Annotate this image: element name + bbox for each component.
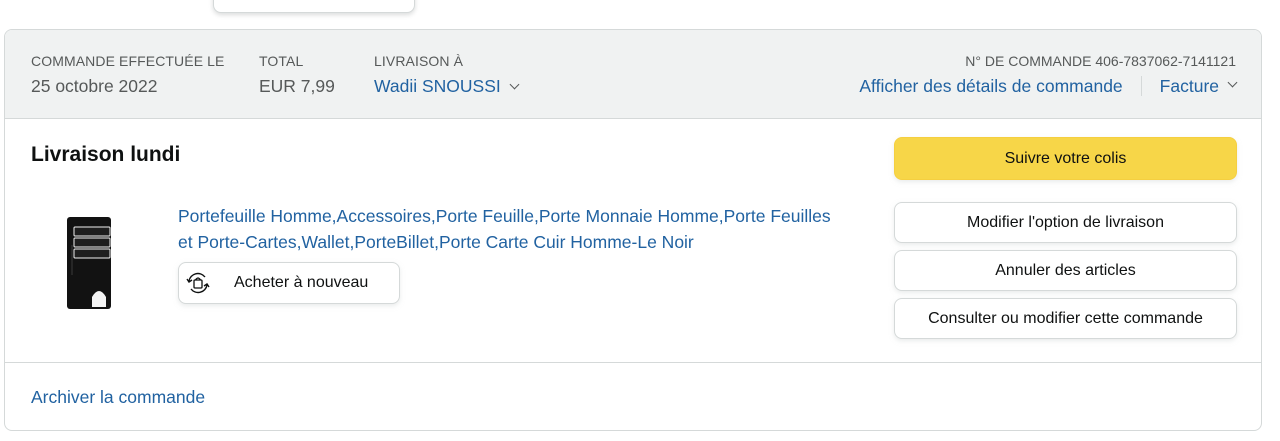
archive-order-link[interactable]: Archiver la commande: [31, 387, 205, 408]
order-number: N° DE COMMANDE 406-7837062-7141121: [965, 53, 1236, 69]
order-number-block: N° DE COMMANDE 406-7837062-7141121 Affic…: [859, 52, 1238, 98]
previous-dropdown-fragment: [213, 0, 415, 13]
buy-again-button[interactable]: Acheter à nouveau: [178, 262, 400, 304]
order-date-block: COMMANDE EFFECTUÉE LE 25 octobre 2022: [31, 52, 224, 98]
chevron-down-icon[interactable]: [509, 79, 520, 90]
order-total-label: TOTAL: [259, 53, 304, 69]
order-header-links: Afficher des détails de commande Facture: [859, 74, 1238, 98]
ship-to-block: LIVRAISON À Wadii SNOUSSI: [374, 52, 520, 98]
invoice-link[interactable]: Facture: [1160, 74, 1219, 98]
wallet-image[interactable]: [65, 215, 113, 311]
track-package-button[interactable]: Suivre votre colis: [894, 137, 1237, 180]
order-date-label: COMMANDE EFFECTUÉE LE: [31, 53, 225, 69]
reorder-icon: [179, 264, 217, 302]
ship-to-name[interactable]: Wadii SNOUSSI: [374, 76, 501, 96]
buy-again-label: Acheter à nouveau: [234, 274, 369, 291]
view-edit-order-button[interactable]: Consulter ou modifier cette commande: [894, 298, 1237, 339]
order-details-link[interactable]: Afficher des détails de commande: [859, 74, 1122, 98]
order-date-value: 25 octobre 2022: [31, 76, 158, 96]
ship-to-label: LIVRAISON À: [374, 53, 464, 69]
delivery-status-title: Livraison lundi: [31, 143, 181, 166]
order-total-value: EUR 7,99: [259, 76, 335, 96]
link-divider: [1140, 76, 1142, 96]
cancel-items-button[interactable]: Annuler des articles: [894, 250, 1237, 291]
ship-to-dropdown[interactable]: Wadii SNOUSSI: [374, 74, 520, 98]
order-total-block: TOTAL EUR 7,99: [259, 52, 335, 98]
chevron-down-icon[interactable]: [1227, 77, 1238, 87]
order-card: COMMANDE EFFECTUÉE LE 25 octobre 2022 TO…: [4, 29, 1262, 431]
order-header: COMMANDE EFFECTUÉE LE 25 octobre 2022 TO…: [5, 30, 1261, 119]
product-title-link[interactable]: Portefeuille Homme,Accessoires,Porte Feu…: [178, 203, 848, 255]
shipment-section: Livraison lundi Portefeuille Homme,Acces…: [5, 119, 1261, 363]
order-footer: Archiver la commande: [5, 363, 1261, 430]
modify-shipping-button[interactable]: Modifier l'option de livraison: [894, 202, 1237, 243]
